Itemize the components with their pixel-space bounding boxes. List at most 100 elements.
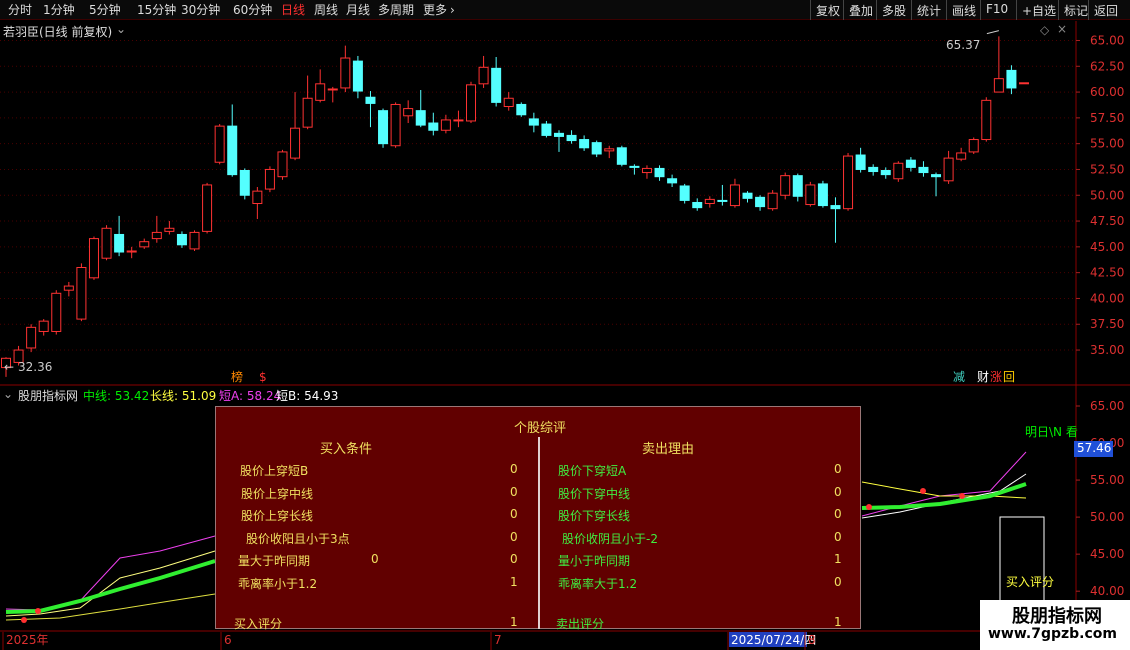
candle-body[interactable] bbox=[968, 139, 979, 153]
candle-body[interactable] bbox=[817, 183, 828, 207]
candle-body[interactable] bbox=[579, 139, 590, 149]
candle-body[interactable] bbox=[905, 159, 916, 168]
mark-button[interactable]: 标记 bbox=[1058, 0, 1088, 20]
candle-body[interactable] bbox=[830, 205, 841, 210]
candle-body[interactable] bbox=[365, 96, 376, 104]
toolbar-right-item[interactable]: 返回 bbox=[1088, 0, 1130, 20]
candle-body[interactable] bbox=[164, 227, 175, 232]
candle-body[interactable] bbox=[516, 103, 527, 116]
candle-body[interactable] bbox=[528, 118, 539, 126]
candle-body[interactable] bbox=[893, 162, 904, 180]
candle-body[interactable] bbox=[503, 97, 514, 108]
candle-body[interactable] bbox=[440, 119, 451, 131]
candle-body[interactable] bbox=[629, 165, 640, 168]
candle-body[interactable] bbox=[202, 184, 213, 232]
toolbar-item[interactable]: 更多 bbox=[423, 2, 447, 18]
candle-body[interactable] bbox=[767, 192, 778, 210]
toolbar-right-item[interactable]: 复权 bbox=[810, 0, 843, 20]
candle-body[interactable] bbox=[114, 233, 125, 253]
candle-body[interactable] bbox=[704, 198, 715, 205]
toolbar-right-item[interactable]: 多股 bbox=[876, 0, 911, 20]
candle-body[interactable] bbox=[931, 174, 942, 178]
candle-body[interactable] bbox=[1006, 69, 1017, 89]
event-badge[interactable]: $ bbox=[259, 370, 267, 384]
toolbar-item[interactable]: 多周期 bbox=[378, 2, 414, 18]
candle-body[interactable] bbox=[943, 157, 954, 182]
toolbar-item[interactable]: 30分钟 bbox=[181, 2, 220, 18]
main-chart-panel[interactable]: 65.00 62.50 60.00 57.50 55.00 52.50 50.00 47.50… bbox=[0, 21, 1130, 386]
close-icon[interactable]: × bbox=[1057, 22, 1067, 36]
toolbar-item[interactable]: 60分钟 bbox=[233, 2, 272, 18]
toolbar-right-item[interactable]: 画线 bbox=[946, 0, 980, 20]
toolbar-right-item[interactable]: 统计 bbox=[911, 0, 946, 20]
candle-body[interactable] bbox=[189, 231, 200, 250]
candle-body[interactable] bbox=[88, 238, 99, 279]
candle-body[interactable] bbox=[742, 192, 753, 199]
candle-body[interactable] bbox=[780, 175, 791, 196]
candle-body[interactable] bbox=[843, 155, 854, 210]
candle-body[interactable] bbox=[478, 66, 489, 85]
candle-body[interactable] bbox=[855, 154, 866, 170]
candle-body[interactable] bbox=[956, 152, 967, 160]
toolbar-item[interactable]: 日线 bbox=[281, 2, 305, 18]
candle-body[interactable] bbox=[76, 266, 87, 320]
event-badge[interactable]: 减 bbox=[953, 370, 965, 384]
candle-body[interactable] bbox=[805, 184, 816, 206]
candle-body[interactable] bbox=[327, 88, 338, 91]
candle-body[interactable] bbox=[51, 292, 62, 332]
toolbar-item[interactable]: 月线 bbox=[346, 2, 370, 18]
candle-body[interactable] bbox=[880, 169, 891, 176]
candle-body[interactable] bbox=[264, 168, 275, 190]
chevron-right-icon[interactable]: › bbox=[450, 2, 455, 18]
candle-body[interactable] bbox=[654, 167, 665, 178]
toolbar-right-item[interactable]: F10 bbox=[980, 0, 1016, 20]
candle-body[interactable] bbox=[604, 148, 615, 152]
toolbar-item[interactable]: 分时 bbox=[8, 2, 32, 18]
candle-body[interactable] bbox=[139, 241, 150, 248]
candle-body[interactable] bbox=[378, 110, 389, 145]
candle-body[interactable] bbox=[993, 78, 1004, 93]
candle-body[interactable] bbox=[755, 196, 766, 208]
chevron-down-icon[interactable]: ⌄ bbox=[3, 387, 13, 401]
candle-body[interactable] bbox=[227, 125, 238, 176]
candle-body[interactable] bbox=[302, 97, 313, 128]
candle-body[interactable] bbox=[591, 142, 602, 155]
candlestick-chart[interactable]: 65.00 62.50 60.00 57.50 55.00 52.50 50.00 47.50… bbox=[0, 21, 1130, 386]
candle-body[interactable] bbox=[453, 119, 464, 122]
candle-body[interactable] bbox=[340, 57, 351, 89]
candle-body[interactable] bbox=[352, 60, 363, 92]
event-badge[interactable]: 榜 bbox=[231, 369, 243, 384]
event-badge[interactable]: 回 bbox=[1003, 370, 1015, 384]
candle-body[interactable] bbox=[729, 184, 740, 207]
candle-body[interactable] bbox=[101, 227, 112, 259]
candle-body[interactable] bbox=[918, 166, 929, 174]
candle-body[interactable] bbox=[176, 233, 187, 246]
candle-body[interactable] bbox=[38, 320, 49, 332]
toolbar-item[interactable]: 15分钟 bbox=[137, 2, 176, 18]
toolbar-item[interactable]: 1分钟 bbox=[43, 2, 75, 18]
candle-body[interactable] bbox=[466, 84, 477, 122]
candle-body[interactable] bbox=[641, 167, 652, 174]
candle-body[interactable] bbox=[553, 132, 564, 137]
candle-body[interactable] bbox=[63, 285, 74, 291]
candle-body[interactable] bbox=[415, 110, 426, 126]
candle-body[interactable] bbox=[566, 134, 577, 142]
candle-body[interactable] bbox=[792, 175, 803, 197]
candle-body[interactable] bbox=[277, 151, 288, 178]
candle-body[interactable] bbox=[315, 83, 326, 101]
candle-body[interactable] bbox=[239, 169, 250, 196]
candle-body[interactable] bbox=[390, 103, 401, 147]
toolbar-right-item[interactable]: 叠加 bbox=[843, 0, 876, 20]
candle-body[interactable] bbox=[252, 190, 263, 205]
event-badge[interactable]: 财 bbox=[977, 370, 989, 384]
candle-body[interactable] bbox=[214, 125, 225, 163]
candle-body[interactable] bbox=[428, 122, 439, 131]
candle-body[interactable] bbox=[981, 99, 992, 141]
toolbar-right-item[interactable]: +自选 bbox=[1016, 0, 1056, 20]
candle-body[interactable] bbox=[717, 199, 728, 202]
candle-body[interactable] bbox=[616, 147, 627, 165]
candle-body[interactable] bbox=[403, 108, 414, 117]
candle-body[interactable] bbox=[126, 250, 137, 253]
candle-body[interactable] bbox=[151, 231, 162, 240]
candle-body[interactable] bbox=[868, 166, 879, 173]
